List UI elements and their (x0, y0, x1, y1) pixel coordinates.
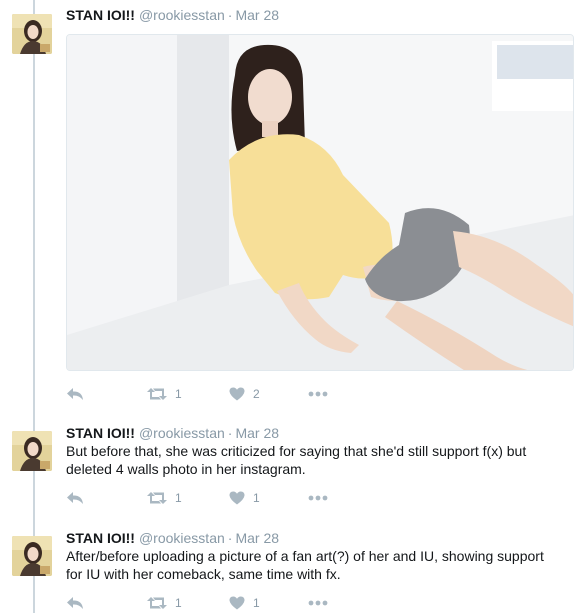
more-button[interactable] (308, 385, 328, 403)
retweet-button[interactable]: 1 (147, 489, 182, 507)
tweet-photo[interactable] (66, 34, 574, 371)
like-count: 2 (253, 387, 260, 401)
more-button[interactable] (308, 489, 328, 507)
separator: · (227, 530, 233, 546)
avatar[interactable] (12, 14, 52, 54)
tweet-header: STAN IOI!! @rookiesstan · Mar 28 (66, 529, 279, 547)
display-name[interactable]: STAN IOI!! (66, 530, 135, 546)
reply-button[interactable] (66, 489, 84, 507)
reply-button[interactable] (66, 385, 84, 403)
tweet-text: After/before uploading a picture of a fa… (66, 548, 544, 582)
heart-icon (229, 596, 245, 610)
like-button[interactable]: 1 (229, 594, 260, 612)
retweet-icon (147, 597, 167, 609)
reply-button[interactable] (66, 594, 84, 612)
tweet-date[interactable]: Mar 28 (235, 425, 279, 441)
tweet-actions: 1 1 (66, 594, 366, 612)
user-handle[interactable]: @rookiesstan (139, 7, 225, 23)
retweet-button[interactable]: 1 (147, 594, 182, 612)
tweet-header: STAN IOI!! @rookiesstan · Mar 28 (66, 6, 279, 24)
avatar[interactable] (12, 431, 52, 471)
retweet-count: 1 (175, 491, 182, 505)
more-icon (308, 600, 328, 606)
retweet-button[interactable]: 1 (147, 385, 182, 403)
retweet-icon (147, 492, 167, 504)
user-handle[interactable]: @rookiesstan (139, 425, 225, 441)
tweet-date[interactable]: Mar 28 (235, 530, 279, 546)
separator: · (227, 7, 233, 23)
tweet-header: STAN IOI!! @rookiesstan · Mar 28 (66, 424, 279, 442)
tweet-actions: 1 2 (66, 385, 366, 403)
retweet-icon (147, 388, 167, 400)
like-button[interactable]: 1 (229, 489, 260, 507)
avatar[interactable] (12, 536, 52, 576)
retweet-count: 1 (175, 387, 182, 401)
like-count: 1 (253, 596, 260, 610)
thread-line (33, 0, 35, 613)
like-button[interactable]: 2 (229, 385, 260, 403)
tweet-actions: 1 1 (66, 489, 366, 507)
reply-icon (67, 388, 83, 400)
more-icon (308, 495, 328, 501)
heart-icon (229, 491, 245, 505)
separator: · (227, 425, 233, 441)
tweet-date[interactable]: Mar 28 (235, 7, 279, 23)
display-name[interactable]: STAN IOI!! (66, 7, 135, 23)
more-button[interactable] (308, 594, 328, 612)
user-handle[interactable]: @rookiesstan (139, 530, 225, 546)
retweet-count: 1 (175, 596, 182, 610)
like-count: 1 (253, 491, 260, 505)
tweet-text: But before that, she was criticized for … (66, 443, 527, 477)
reply-icon (67, 492, 83, 504)
heart-icon (229, 387, 245, 401)
reply-icon (67, 597, 83, 609)
display-name[interactable]: STAN IOI!! (66, 425, 135, 441)
more-icon (308, 391, 328, 397)
